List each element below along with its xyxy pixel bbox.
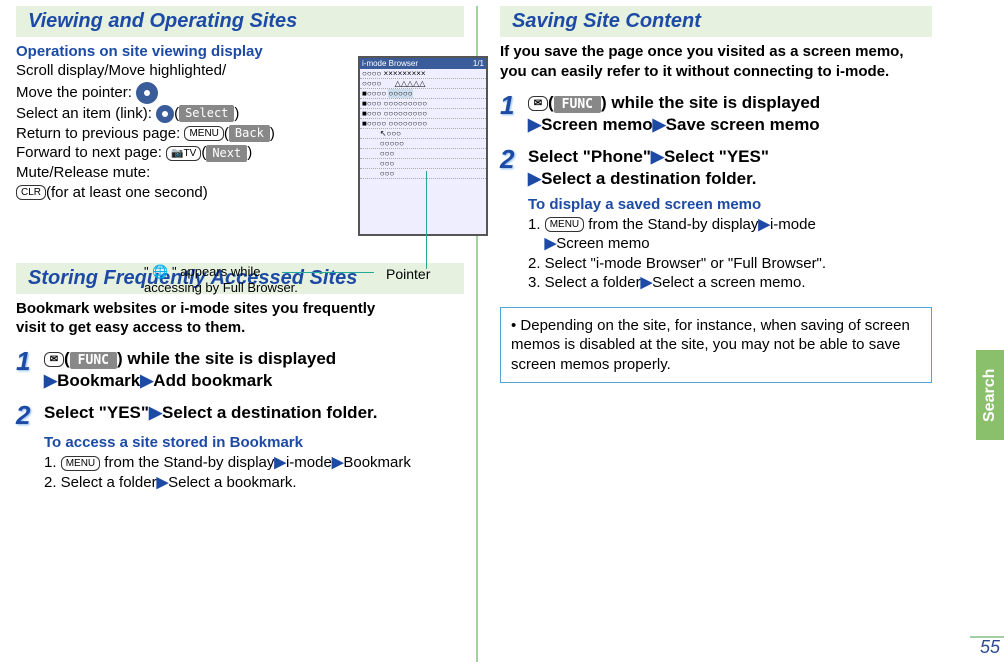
step-1-bookmark: 1 ✉(FUNC) while the site is displayed ▶B…	[16, 348, 464, 392]
sub1d: Bookmark	[343, 454, 411, 471]
callout-line-pointer	[426, 171, 427, 269]
step-number-2: 2	[16, 402, 44, 428]
sub1c: i-mode	[286, 454, 332, 471]
note-text: • Depending on the site, for instance, w…	[511, 317, 910, 373]
storing-intro-2: visit to get easy access to them.	[16, 319, 464, 338]
sub1b: from the Stand-by display	[100, 454, 274, 471]
mail-key-icon: ✉	[44, 352, 64, 367]
left-column: Viewing and Operating Sites Operations o…	[16, 6, 476, 662]
step-number-2-r: 2	[500, 146, 528, 172]
func-pill: FUNC	[70, 352, 117, 369]
step2-text-a: Select "YES"	[44, 403, 149, 422]
note-box: • Depending on the site, for instance, w…	[500, 307, 932, 384]
menu-key-icon-2: MENU	[61, 456, 100, 471]
sub-title-access-bookmark: To access a site stored in Bookmark	[44, 434, 464, 451]
saving-intro-2: you can easily refer to it without conne…	[500, 63, 932, 82]
side-tab-search: Search	[976, 350, 1004, 440]
clr-key-icon: CLR	[16, 185, 46, 200]
r-sub1d: Screen memo	[556, 235, 649, 252]
pointer-label: Pointer	[386, 266, 430, 282]
step-number-1: 1	[16, 348, 44, 374]
r-sub1b: from the Stand-by display	[584, 216, 758, 233]
mock-page: 1/1	[473, 59, 484, 68]
label-select-item: Select an item (link):	[16, 105, 152, 122]
step2-text-b: Select a destination folder.	[162, 403, 377, 422]
r-sub1c: i-mode	[770, 216, 816, 233]
r-sub-line-3: 3. Select a folder▶Select a screen memo.	[528, 273, 932, 293]
dpad-icon	[136, 82, 158, 104]
r-step1-a: ) while the site is displayed	[601, 93, 820, 112]
callout-line-fb	[282, 272, 374, 273]
r-sub-line-1: 1. MENU from the Stand-by display▶i-mode…	[528, 215, 932, 254]
step1-text-c: Add bookmark	[153, 371, 272, 390]
r-step2-c: Select a destination folder.	[541, 169, 756, 188]
r-step1-b: Screen memo	[541, 115, 653, 134]
sub-line-1: 1. MENU from the Stand-by display▶i-mode…	[44, 453, 464, 473]
step1-text-b: Bookmark	[57, 371, 140, 390]
r-sub1a: 1.	[528, 216, 545, 233]
sub-line-2: 2. Select a folder▶Select a bookmark.	[44, 473, 464, 493]
section-title-saving: Saving Site Content	[512, 10, 926, 33]
func-pill-r: FUNC	[554, 96, 601, 113]
full-browser-note-b: accessing by Full Browser.	[144, 280, 298, 295]
saving-intro-1: If you save the page once you visited as…	[500, 43, 932, 62]
r-sub3a: 3. Select a folder	[528, 274, 641, 291]
r-sub-line-2: 2. Select "i-mode Browser" or "Full Brow…	[528, 254, 932, 274]
r-step1-c: Save screen memo	[666, 115, 820, 134]
sub-title-display-memo: To display a saved screen memo	[528, 196, 932, 213]
select-pill: Select	[179, 105, 234, 122]
camera-tv-key-icon: 📷TV	[166, 146, 201, 161]
full-browser-note: " 🌐 " appears while accessing by Full Br…	[144, 264, 298, 295]
browser-screenshot: i-mode Browser 1/1 ○○○○ ××××××××× ○○○○ △…	[358, 56, 488, 236]
sub2a: 2. Select a folder	[44, 474, 157, 491]
step-2-screenmemo: 2 Select "Phone"▶Select "YES" ▶Select a …	[500, 146, 932, 190]
sub2b: Select a bookmark.	[168, 474, 296, 491]
r-step2-b: Select "YES"	[664, 147, 769, 166]
back-pill: Back	[229, 125, 270, 142]
mail-key-icon-r: ✉	[528, 96, 548, 111]
next-pill: Next	[206, 145, 247, 162]
step-1-screenmemo: 1 ✉(FUNC) while the site is displayed ▶S…	[500, 92, 932, 136]
step-number-1-r: 1	[500, 92, 528, 118]
sub1a: 1.	[44, 454, 61, 471]
section-header-viewing: Viewing and Operating Sites	[16, 6, 464, 37]
page-number: 55	[980, 637, 1000, 658]
menu-key-icon: MENU	[184, 126, 223, 141]
storing-intro-1: Bookmark websites or i-mode sites you fr…	[16, 300, 464, 319]
label-mute-hold: (for at least one second)	[46, 184, 208, 201]
label-return-prev: Return to previous page:	[16, 125, 180, 142]
center-key-icon	[156, 105, 174, 123]
step1-text-a: ) while the site is displayed	[117, 349, 336, 368]
section-title: Viewing and Operating Sites	[28, 10, 458, 33]
r-sub3b: Select a screen memo.	[652, 274, 805, 291]
r-step2-a: Select "Phone"	[528, 147, 651, 166]
menu-key-icon-r: MENU	[545, 217, 584, 232]
label-forward-next: Forward to next page:	[16, 144, 162, 161]
step-2-bookmark: 2 Select "YES"▶Select a destination fold…	[16, 402, 464, 428]
right-column: Saving Site Content If you save the page…	[484, 6, 944, 662]
label-move-pointer: Move the pointer:	[16, 84, 132, 101]
mock-title: i-mode Browser	[362, 59, 418, 68]
section-header-saving: Saving Site Content	[500, 6, 932, 37]
full-browser-note-a: " 🌐 " appears while	[144, 264, 260, 279]
